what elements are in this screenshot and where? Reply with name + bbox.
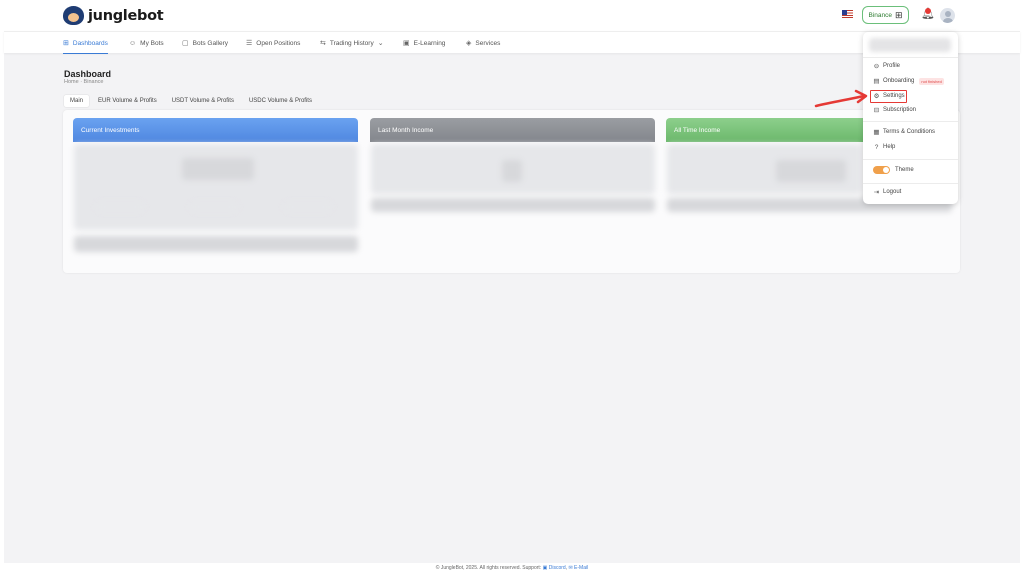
menu-divider xyxy=(863,57,958,58)
menu-item-theme[interactable]: Theme xyxy=(873,165,914,175)
tab-eur-volume[interactable]: EUR Volume & Profits xyxy=(92,95,163,107)
user-circle-icon: ⊖ xyxy=(873,63,880,70)
notification-badge xyxy=(925,8,931,14)
nav-label: Services xyxy=(475,39,501,47)
menu-label: Onboarding xyxy=(883,78,915,84)
nav-my-bots[interactable]: ☺ My Bots xyxy=(129,32,164,54)
discord-link[interactable]: Discord xyxy=(549,565,566,571)
menu-item-subscription[interactable]: ⊟ Subscription xyxy=(873,105,916,115)
menu-item-onboarding[interactable]: ▤ Onboarding not finished xyxy=(873,76,944,86)
card-current-investments: Current Investments xyxy=(73,118,358,142)
menu-item-profile[interactable]: ⊖ Profile xyxy=(873,61,900,71)
chevron-down-icon: ⌄ xyxy=(377,40,384,47)
email-icon: ✉ xyxy=(568,565,573,571)
nav-bots-gallery[interactable]: ▢ Bots Gallery xyxy=(182,32,228,54)
theme-toggle[interactable] xyxy=(873,166,890,174)
nav-dashboards[interactable]: ⊞ Dashboards xyxy=(63,32,108,54)
menu-label: Help xyxy=(883,144,896,150)
menu-divider xyxy=(863,159,958,160)
logout-icon: ⇥ xyxy=(873,189,880,196)
blurred-footer-bar xyxy=(371,198,655,212)
red-arrow-annotation xyxy=(814,89,868,108)
menu-label: Terms & Conditions xyxy=(883,129,936,135)
blurred-footer-bar xyxy=(74,236,358,252)
grid-icon: ⊞ xyxy=(63,40,69,47)
top-bar: junglebot Binance ⊞ 🔔︎ xyxy=(4,0,1020,31)
app-frame: junglebot Binance ⊞ 🔔︎ ⊞ Dashboards ☺ My… xyxy=(4,0,1020,563)
blurred-value xyxy=(776,160,846,182)
document-icon: ▦ xyxy=(873,129,880,136)
nav-label: Trading History xyxy=(329,39,374,47)
robot-icon: ☺ xyxy=(129,39,137,47)
blurred-stat xyxy=(284,202,332,212)
nav-e-learning[interactable]: ▣ E-Learning xyxy=(403,32,445,54)
nav-label: My Bots xyxy=(140,39,164,47)
card-title: Last Month Income xyxy=(378,126,434,134)
nav-label: Open Positions xyxy=(256,39,301,47)
email-link[interactable]: E-Mail xyxy=(574,565,588,571)
card-last-month-income: Last Month Income xyxy=(370,118,655,142)
nav-services[interactable]: ◈ Services xyxy=(466,32,500,54)
footer-text: © JungleBot, 2025. All rights reserved. … xyxy=(435,565,542,571)
menu-item-terms[interactable]: ▦ Terms & Conditions xyxy=(873,127,935,137)
menu-divider xyxy=(863,183,958,184)
menu-label: Profile xyxy=(883,63,901,69)
box-icon: ◈ xyxy=(466,40,472,47)
page-footer: © JungleBot, 2025. All rights reserved. … xyxy=(435,565,589,571)
nav-label: Bots Gallery xyxy=(192,39,229,47)
tab-usdt-volume[interactable]: USDT Volume & Profits xyxy=(166,95,240,107)
discord-icon: ▣ xyxy=(542,565,548,571)
onboarding-icon: ▤ xyxy=(873,78,880,85)
user-avatar[interactable] xyxy=(940,8,955,23)
blurred-card-body xyxy=(74,144,358,230)
history-icon: ⇆ xyxy=(320,40,326,47)
dashboard-tabs: Main EUR Volume & Profits USDT Volume & … xyxy=(64,95,318,107)
monkey-logo-icon xyxy=(60,6,87,25)
bot-gallery-icon: ▢ xyxy=(182,40,189,47)
breadcrumb[interactable]: Home · Binance xyxy=(64,79,103,85)
brand-logo[interactable]: junglebot xyxy=(60,6,164,25)
us-flag-icon[interactable] xyxy=(842,10,853,18)
exchange-label: Binance xyxy=(868,11,892,19)
blurred-value xyxy=(182,158,254,180)
subscription-icon: ⊟ xyxy=(873,107,880,114)
blurred-stat xyxy=(190,202,238,212)
list-icon: ☰ xyxy=(246,40,253,47)
grid-icon: ⊞ xyxy=(894,9,903,20)
menu-item-help[interactable]: ? Help xyxy=(873,142,896,152)
menu-divider xyxy=(863,121,958,122)
nav-label: E-Learning xyxy=(413,39,446,47)
settings-highlight-box xyxy=(870,90,907,103)
card-title: All Time Income xyxy=(674,126,721,134)
blurred-user-name xyxy=(869,38,951,52)
menu-item-logout[interactable]: ⇥ Logout xyxy=(873,187,902,197)
card-title: Current Investments xyxy=(81,126,140,134)
page-title: Dashboard xyxy=(64,69,112,79)
exchange-selector[interactable]: Binance ⊞ xyxy=(862,6,909,24)
book-icon: ▣ xyxy=(403,40,410,47)
nav-label: Dashboards xyxy=(72,39,108,47)
help-icon: ? xyxy=(874,143,879,151)
tab-usdc-volume[interactable]: USDC Volume & Profits xyxy=(243,95,318,107)
nav-trading-history[interactable]: ⇆ Trading History ⌄ xyxy=(320,32,384,54)
brand-name: junglebot xyxy=(88,7,164,24)
menu-label: Logout xyxy=(883,189,902,195)
tab-main[interactable]: Main xyxy=(64,95,90,107)
user-menu-dropdown: ⊖ Profile ▤ Onboarding not finished ⚙ Se… xyxy=(863,32,958,204)
menu-label: Subscription xyxy=(883,107,917,113)
blurred-stat xyxy=(96,202,144,212)
nav-open-positions[interactable]: ☰ Open Positions xyxy=(246,32,300,54)
blurred-value xyxy=(502,160,522,182)
menu-label: Theme xyxy=(895,167,914,173)
status-badge: not finished xyxy=(919,77,944,85)
